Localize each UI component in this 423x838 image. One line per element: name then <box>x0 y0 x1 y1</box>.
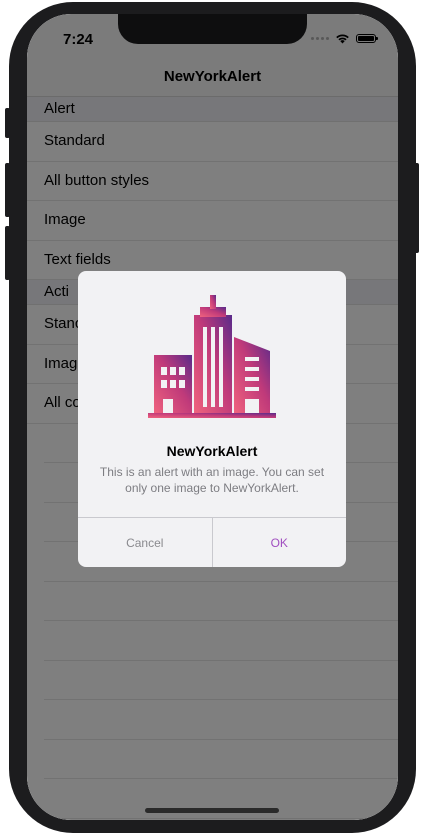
alert-actions: Cancel OK <box>78 517 346 567</box>
cancel-button[interactable]: Cancel <box>78 518 213 567</box>
ok-button[interactable]: OK <box>213 518 347 567</box>
city-buildings-icon <box>148 295 276 418</box>
volume-down-button <box>5 226 10 280</box>
alert-dialog: NewYorkAlert This is an alert with an im… <box>78 271 346 567</box>
alert-message: This is an alert with an image. You can … <box>99 465 325 495</box>
phone-screen: 7:24 NewYorkAlert Alert Standard All but… <box>27 14 398 820</box>
mute-switch <box>5 108 10 138</box>
volume-up-button <box>5 163 10 217</box>
power-button <box>414 163 419 253</box>
alert-title: NewYorkAlert <box>166 443 258 459</box>
home-indicator[interactable] <box>145 808 279 813</box>
